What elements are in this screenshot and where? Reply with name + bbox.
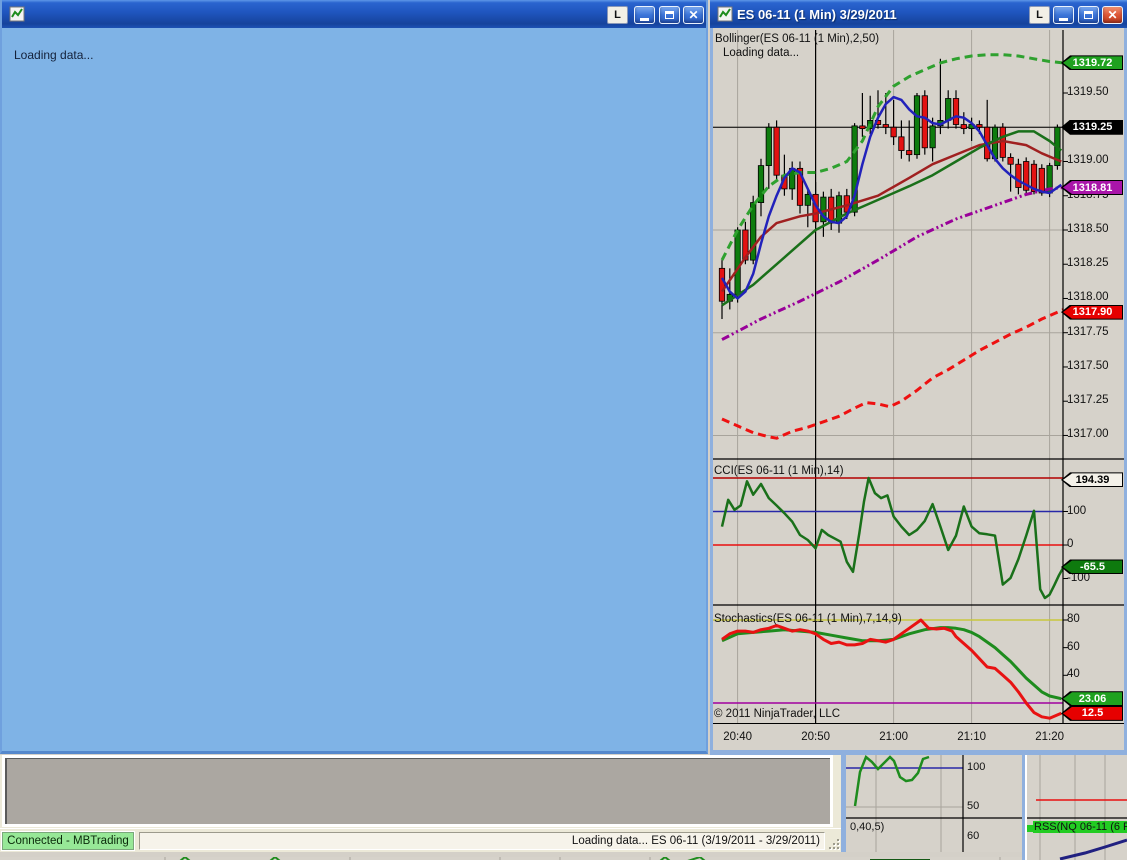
cci-axis-label: -100 bbox=[1067, 571, 1091, 584]
background-desktop-strip bbox=[0, 852, 1127, 860]
stochastics-panel-label: Stochastics(ES 06-11 (1 Min),7,14,9) bbox=[714, 613, 902, 625]
price-axis-label: 1318.75 bbox=[1067, 188, 1109, 201]
bollinger-panel-label: Bollinger(ES 06-11 (1 Min),2,50) bbox=[715, 33, 880, 45]
bg-axis-label: 50 bbox=[967, 800, 980, 812]
loading-text: Loading data... bbox=[14, 48, 94, 62]
time-axis-label: 20:50 bbox=[801, 731, 830, 743]
chart-graphic bbox=[710, 28, 1127, 755]
price-axis-label: 1318.50 bbox=[1067, 222, 1109, 235]
control-center-window: Connected - MBTrading Loading data... ES… bbox=[0, 755, 841, 852]
close-button[interactable]: ✕ bbox=[1102, 6, 1123, 24]
cci-value-tag: -65.5 bbox=[1061, 559, 1123, 575]
status-message-field: Loading data... ES 06-11 (3/19/2011 - 3/… bbox=[139, 832, 825, 850]
chart-window-icon bbox=[9, 6, 25, 22]
price-axis-label: 1319.50 bbox=[1067, 86, 1109, 98]
background-chart-b-graphic bbox=[1027, 755, 1127, 860]
background-chart-window-right: RSS(NQ 06-11 (6 R bbox=[1022, 755, 1127, 860]
link-button[interactable]: L bbox=[607, 6, 628, 24]
time-axis-label: 20:40 bbox=[723, 731, 752, 743]
control-center-content bbox=[2, 755, 833, 827]
stochastics-value-tag: 12.5 bbox=[1061, 705, 1123, 721]
stochastics-axis-label: 60 bbox=[1067, 640, 1080, 653]
close-button[interactable]: ✕ bbox=[683, 6, 704, 24]
price-value-tag: 1317.90 bbox=[1061, 304, 1123, 320]
chart-loading-text: Loading data... bbox=[723, 47, 800, 59]
desktop: 100 50 60 0,40,5) RSS(NQ 06-11 (6 R Conn… bbox=[0, 0, 1127, 860]
left-window-body: Loading data... bbox=[2, 28, 706, 751]
chart-labels-layer: Bollinger(ES 06-11 (1 Min),2,50) Loading… bbox=[710, 28, 1127, 755]
stochastics-axis-label: 40 bbox=[1067, 668, 1080, 681]
maximize-button[interactable] bbox=[659, 6, 680, 24]
bg-indicator-label: 0,40,5) bbox=[850, 821, 885, 833]
price-axis-label: 1317.00 bbox=[1067, 428, 1109, 441]
price-axis-label: 1317.25 bbox=[1067, 394, 1109, 407]
status-message: Loading data... ES 06-11 (3/19/2011 - 3/… bbox=[571, 835, 820, 847]
minimize-button[interactable] bbox=[634, 6, 655, 24]
price-axis-label: 1318.00 bbox=[1067, 291, 1109, 304]
cci-panel-label: CCI(ES 06-11 (1 Min),14) bbox=[714, 465, 844, 477]
price-axis-label: 1317.75 bbox=[1067, 325, 1109, 338]
price-value-tag: 1318.81 bbox=[1061, 180, 1123, 196]
price-value-tag: 1319.72 bbox=[1061, 55, 1123, 71]
time-axis-label: 21:10 bbox=[957, 731, 986, 743]
es-chart-window: ES 06-11 (1 Min) 3/29/2011 L ✕ Bollinger… bbox=[710, 0, 1127, 755]
resize-grip[interactable] bbox=[827, 837, 839, 849]
chart-window-icon bbox=[717, 6, 733, 22]
bg-axis-label: 60 bbox=[967, 830, 980, 842]
time-axis-label: 21:00 bbox=[879, 731, 908, 743]
price-axis-label: 1317.50 bbox=[1067, 359, 1109, 372]
cci-axis-label: 100 bbox=[1067, 504, 1087, 517]
background-chart-a-graphic bbox=[846, 755, 1022, 852]
stochastics-axis-label: 80 bbox=[1067, 612, 1080, 625]
time-axis-label: 21:20 bbox=[1035, 731, 1064, 743]
background-chart-window-left: 100 50 60 0,40,5) bbox=[841, 755, 1022, 852]
bg-axis-label: 100 bbox=[967, 761, 986, 773]
left-window-titlebar[interactable]: L ✕ bbox=[2, 0, 706, 28]
copyright-label: © 2011 NinjaTrader, LLC bbox=[714, 708, 841, 720]
price-axis-label: 1318.25 bbox=[1067, 257, 1109, 270]
connection-status-badge: Connected - MBTrading bbox=[1, 831, 135, 851]
control-center-gray-panel bbox=[5, 758, 830, 824]
cci-value-tag: 194.39 bbox=[1061, 472, 1123, 488]
status-bar: Connected - MBTrading Loading data... ES… bbox=[0, 828, 841, 852]
chart-area[interactable]: Bollinger(ES 06-11 (1 Min),2,50) Loading… bbox=[710, 28, 1127, 755]
price-value-tag: 1319.25 bbox=[1061, 119, 1123, 135]
minimize-button[interactable] bbox=[1053, 6, 1074, 24]
link-button[interactable]: L bbox=[1029, 6, 1050, 24]
bg-rss-indicator-label: RSS(NQ 06-11 (6 R bbox=[1033, 821, 1127, 833]
stochastics-value-tag: 23.06 bbox=[1061, 691, 1123, 707]
price-axis-label: 1319.00 bbox=[1067, 154, 1109, 167]
maximize-button[interactable] bbox=[1078, 6, 1099, 24]
chart-window-title: ES 06-11 (1 Min) 3/29/2011 bbox=[737, 6, 897, 22]
cci-axis-label: 0 bbox=[1067, 538, 1074, 551]
chart-window-titlebar[interactable]: ES 06-11 (1 Min) 3/29/2011 L ✕ bbox=[710, 0, 1127, 28]
loading-chart-window: L ✕ Loading data... bbox=[0, 0, 708, 754]
